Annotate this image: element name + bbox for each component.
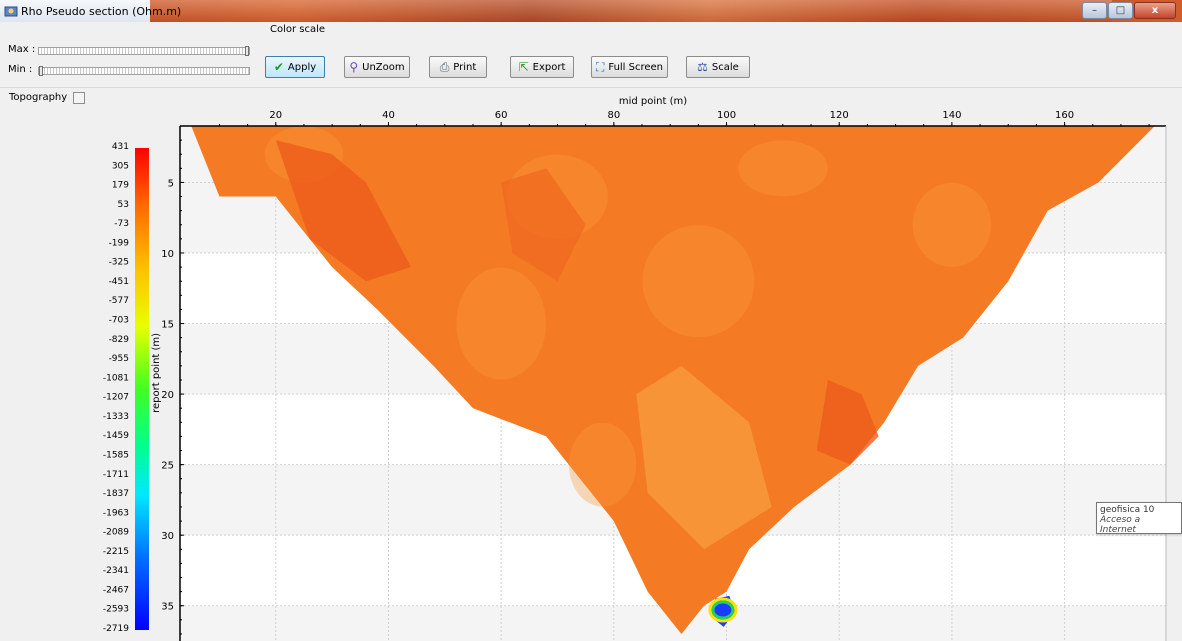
toolbar: Max : Min : Color scale ✔ Apply ⚲ UnZoom… xyxy=(0,22,1182,88)
y-tick-label: 30 xyxy=(161,531,174,542)
x-tick-label: 20 xyxy=(269,110,282,121)
colorbar xyxy=(135,148,149,630)
texture-blob xyxy=(912,182,992,267)
colorbar-label: -1081 xyxy=(103,373,129,383)
network-tooltip: geofisica 10 Acceso a Internet xyxy=(1096,502,1182,535)
colorbar-label: -1837 xyxy=(103,489,129,499)
colorbar-label: -2593 xyxy=(103,605,129,615)
print-button[interactable]: ⎙ Print xyxy=(429,56,487,78)
colorbar-label: -577 xyxy=(109,296,129,306)
window-title: Rho Pseudo section (Ohm.m) xyxy=(21,5,182,18)
y-tick-label: 5 xyxy=(168,178,174,189)
colorbar-label: 431 xyxy=(112,142,129,152)
colorbar-label: -451 xyxy=(109,277,129,287)
colorbar-label: -1963 xyxy=(103,508,129,518)
colorbar-label: -2719 xyxy=(103,624,129,634)
export-icon: ⇱ xyxy=(518,60,529,74)
x-tick-label: 60 xyxy=(495,110,508,121)
min-label: Min : xyxy=(8,64,33,75)
min-slider[interactable] xyxy=(38,66,250,76)
y-tick-label: 20 xyxy=(161,390,174,401)
colorbar-label: -1207 xyxy=(103,393,129,403)
export-button[interactable]: ⇱ Export xyxy=(510,56,574,78)
tooltip-subtitle: Acceso a Internet xyxy=(1100,515,1141,535)
printer-icon: ⎙ xyxy=(439,59,450,74)
colorbar-label: -1459 xyxy=(103,431,129,441)
x-tick-label: 140 xyxy=(942,110,961,121)
scale-icon: ⚖ xyxy=(697,60,708,74)
max-slider[interactable] xyxy=(38,46,250,56)
pseudo-section-plot[interactable]: 20 40 60 80 100 120 140 160 mid point (m) 5 10 15 20… xyxy=(93,88,1182,641)
y-tick-label: 25 xyxy=(161,461,174,472)
app-icon xyxy=(4,6,18,17)
y-tick-label: 35 xyxy=(161,602,174,613)
colorbar-label: -325 xyxy=(109,258,129,268)
x-tick-label: 160 xyxy=(1055,110,1074,121)
colorbar-label: -73 xyxy=(114,219,129,229)
colorbar-label: -1333 xyxy=(103,412,129,422)
min-slider-thumb[interactable] xyxy=(39,66,43,76)
max-label: Max : xyxy=(8,44,36,55)
magnifier-icon: ⚲ xyxy=(349,60,359,74)
colorbar-label: -2089 xyxy=(103,528,129,538)
texture-blob xyxy=(642,225,755,338)
colorbar-label: 53 xyxy=(118,200,129,210)
app-window: Rho Pseudo section (Ohm.m) – □ x Max : M… xyxy=(0,0,1182,641)
x-tick-label: 100 xyxy=(717,110,736,121)
tooltip-title: geofisica 10 xyxy=(1100,505,1155,515)
minimize-button[interactable]: – xyxy=(1082,2,1107,19)
colorbar-label: 179 xyxy=(112,181,129,191)
unzoom-button[interactable]: ⚲ UnZoom xyxy=(344,56,410,78)
y-tick-label: 10 xyxy=(161,249,174,260)
colorbar-label: -1711 xyxy=(103,470,129,480)
colorbar-label: -955 xyxy=(109,354,129,364)
texture-blob xyxy=(738,140,828,197)
colorbar-label: -829 xyxy=(109,335,130,345)
maximize-button[interactable]: □ xyxy=(1108,2,1133,19)
colorbar-label: -703 xyxy=(109,316,129,326)
pseudo-section-chart[interactable]: 20 40 60 80 100 120 140 160 mid point (m) 5 10 15 20… xyxy=(93,88,1182,641)
texture-blob xyxy=(568,422,637,507)
title-bar[interactable]: Rho Pseudo section (Ohm.m) – □ x xyxy=(0,0,1182,22)
checkmark-icon: ✔ xyxy=(273,60,284,74)
close-button[interactable]: x xyxy=(1134,2,1176,19)
colorbar-label: -2215 xyxy=(103,547,129,557)
color-scale-label: Color scale xyxy=(270,24,326,35)
colorbar-label: 305 xyxy=(112,161,129,171)
topography-checkbox[interactable] xyxy=(73,92,85,104)
colorbar-label: -2467 xyxy=(103,585,129,595)
options-panel: Topography xyxy=(0,88,93,641)
x-axis-title: mid point (m) xyxy=(619,96,687,107)
topography-label: Topography xyxy=(9,92,68,103)
fullscreen-icon: ⛶ xyxy=(595,59,605,74)
colorbar-label: -1585 xyxy=(103,450,129,460)
y-axis-title: report point (m) xyxy=(151,333,162,413)
x-tick-label: 40 xyxy=(382,110,395,121)
colorbar-label: -199 xyxy=(109,238,130,248)
texture-blob xyxy=(456,267,546,380)
scale-button[interactable]: ⚖ Scale xyxy=(686,56,750,78)
colorbar-label: -2341 xyxy=(103,566,129,576)
max-slider-thumb[interactable] xyxy=(245,46,249,56)
x-tick-label: 120 xyxy=(830,110,849,121)
fullscreen-button[interactable]: ⛶ Full Screen xyxy=(591,56,668,78)
apply-button[interactable]: ✔ Apply xyxy=(265,56,325,78)
y-tick-label: 15 xyxy=(161,320,174,331)
x-tick-label: 80 xyxy=(607,110,620,121)
